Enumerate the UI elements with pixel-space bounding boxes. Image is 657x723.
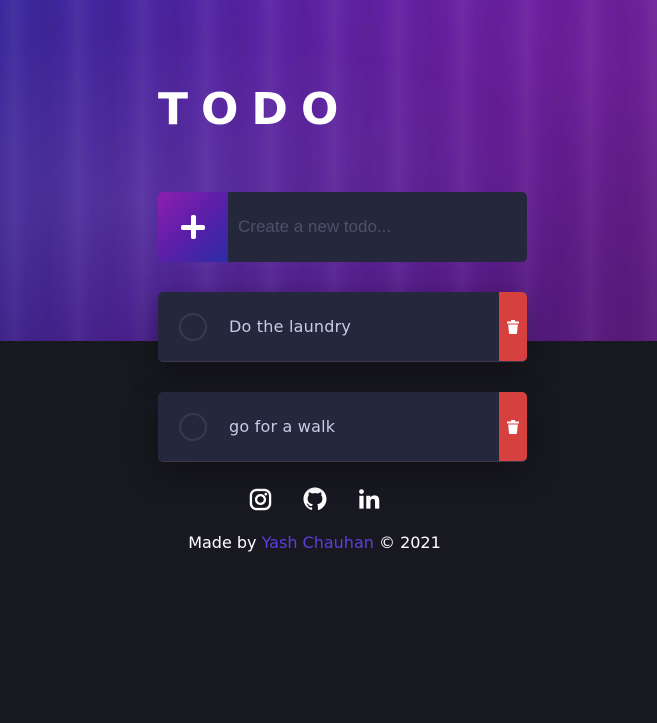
footer-copyright: © 2021 [378,533,441,552]
delete-button[interactable] [499,292,527,361]
instagram-icon[interactable] [249,487,273,511]
todo-text: go for a walk [229,417,336,436]
linkedin-icon[interactable] [357,487,381,511]
complete-checkbox[interactable] [179,412,207,441]
trash-icon [507,419,519,434]
todo-item: go for a walk [158,392,527,462]
todo-item: Do the laundry [158,292,527,362]
plus-icon [181,215,205,239]
todo-text: Do the laundry [229,317,352,336]
social-links [0,487,643,511]
page-title: TODO [158,84,352,135]
complete-checkbox[interactable] [179,312,207,341]
trash-icon [507,319,519,334]
hero-background [0,0,657,341]
footer: Made by Yash Chauhan © 2021 [0,533,643,552]
new-todo-form [158,192,527,262]
author-link[interactable]: Yash Chauhan [262,533,374,552]
new-todo-input[interactable] [228,192,527,262]
add-todo-button[interactable] [158,192,228,262]
footer-prefix: Made by [188,533,257,552]
delete-button[interactable] [499,392,527,461]
github-icon[interactable] [303,487,327,511]
